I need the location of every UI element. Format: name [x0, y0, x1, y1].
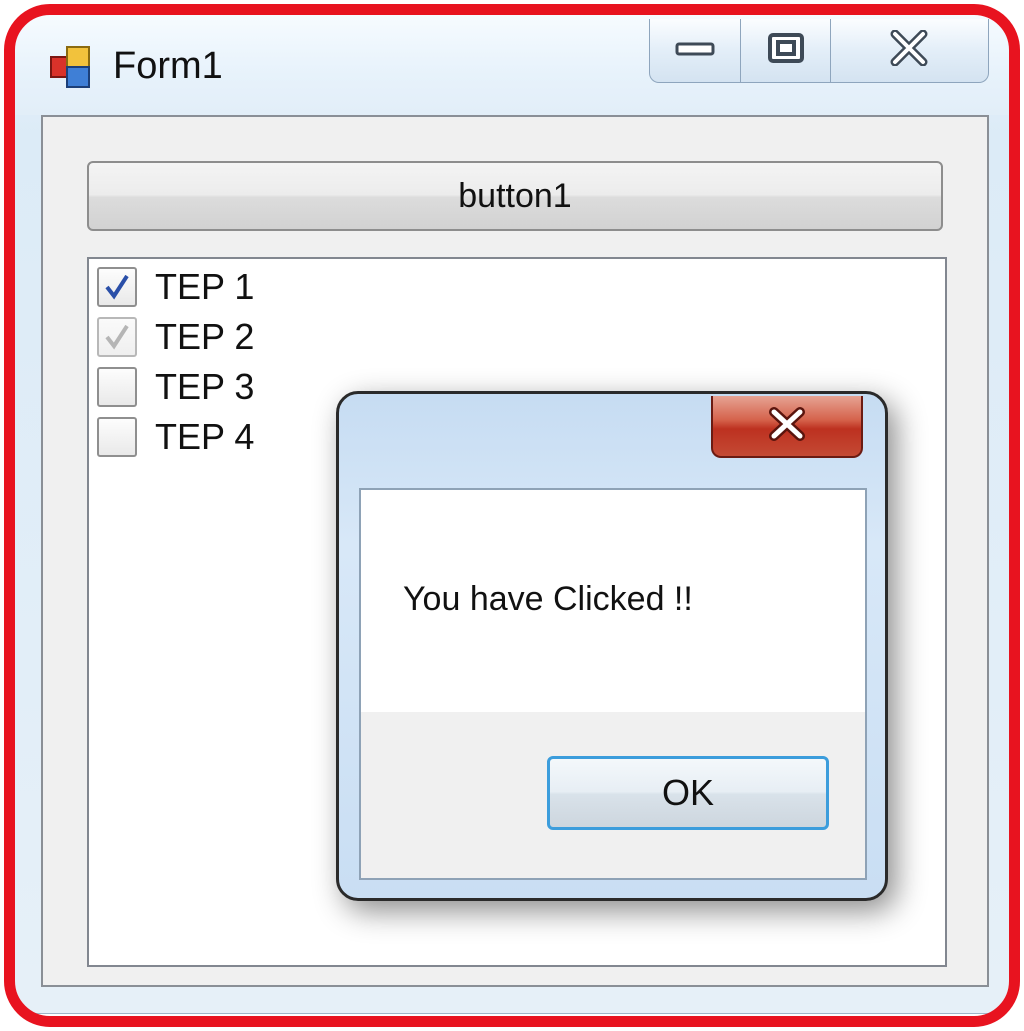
list-item-tep-3[interactable]: TEP 3: [97, 363, 254, 411]
dialog-close-button[interactable]: [711, 396, 863, 458]
close-icon: [889, 29, 929, 71]
minimize-button[interactable]: [650, 19, 742, 82]
ok-button[interactable]: OK: [547, 756, 829, 830]
checkmark-icon: [105, 324, 129, 350]
button1[interactable]: button1: [87, 161, 943, 231]
close-icon: [767, 406, 807, 446]
list-item-tep-1[interactable]: TEP 1: [97, 263, 254, 311]
checkmark-icon: [105, 274, 129, 300]
maximize-button[interactable]: [741, 19, 831, 82]
dialog-content: You have Clicked !! OK: [359, 488, 867, 880]
maximize-icon: [767, 32, 805, 69]
list-item-tep-4[interactable]: TEP 4: [97, 413, 254, 461]
title-bar[interactable]: Form1: [15, 15, 1009, 115]
close-button[interactable]: [831, 19, 988, 82]
app-icon: [49, 45, 93, 89]
dialog-message-area: You have Clicked !!: [361, 490, 865, 712]
checkbox-label: TEP 2: [155, 316, 255, 357]
caption-buttons: [649, 19, 989, 83]
checkbox-tep-3[interactable]: [97, 367, 137, 407]
checkbox-tep-2[interactable]: [97, 317, 137, 357]
checkbox-label: TEP 4: [155, 416, 255, 457]
minimize-icon: [675, 39, 715, 62]
window-title: Form1: [113, 45, 223, 87]
checkbox-tep-4[interactable]: [97, 417, 137, 457]
message-box-dialog: You have Clicked !! OK: [336, 391, 888, 901]
checkbox-label: TEP 1: [155, 266, 255, 307]
checkbox-tep-1[interactable]: [97, 267, 137, 307]
list-item-tep-2[interactable]: TEP 2: [97, 313, 254, 361]
checkbox-label: TEP 3: [155, 366, 255, 407]
dialog-message: You have Clicked !!: [403, 580, 693, 618]
